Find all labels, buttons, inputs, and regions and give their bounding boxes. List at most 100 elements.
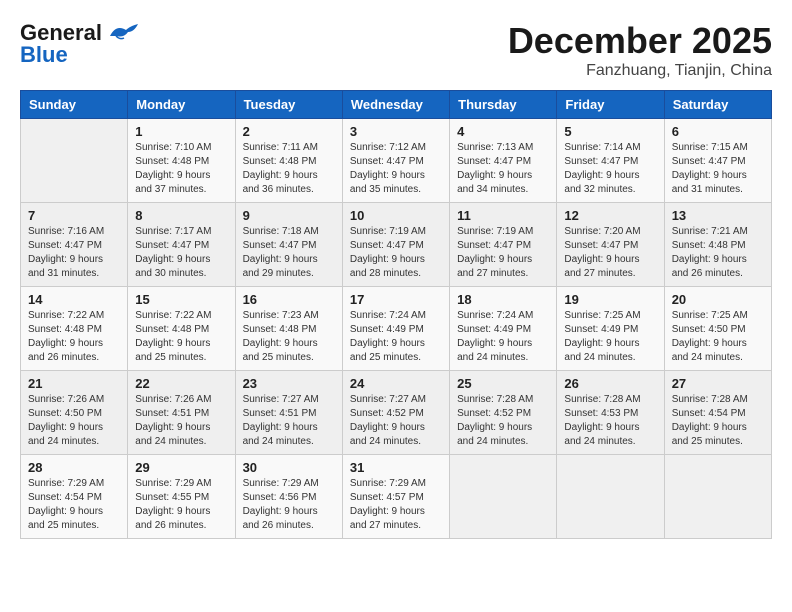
day-number: 12: [564, 208, 656, 223]
calendar-day-cell: [21, 119, 128, 203]
day-number: 3: [350, 124, 442, 139]
weekday-header-wednesday: Wednesday: [342, 91, 449, 119]
calendar-day-cell: 25Sunrise: 7:28 AM Sunset: 4:52 PM Dayli…: [450, 371, 557, 455]
day-info: Sunrise: 7:22 AM Sunset: 4:48 PM Dayligh…: [28, 309, 120, 365]
calendar-day-cell: 16Sunrise: 7:23 AM Sunset: 4:48 PM Dayli…: [235, 287, 342, 371]
day-number: 24: [350, 376, 442, 391]
calendar-week-row: 21 Sunrise: 7:26 AM Sunset: 4:50 PM Dayli…: [21, 371, 772, 455]
calendar-day-cell: 30 Sunrise: 7:29 AM Sunset: 4:56 PM Dayli…: [235, 455, 342, 539]
day-number: 29: [135, 460, 227, 475]
calendar-day-cell: 10 Sunrise: 7:19 AM Sunset: 4:47 PM Dayli…: [342, 203, 449, 287]
day-info: Sunrise: 7:26 AM Sunset: 4:51 PM Dayligh…: [135, 393, 227, 449]
day-number: 20: [672, 292, 764, 307]
weekday-header-friday: Friday: [557, 91, 664, 119]
day-info: Sunrise: 7:16 AM Sunset: 4:47 PM Dayligh…: [28, 225, 120, 281]
month-title: December 2025: [508, 20, 772, 62]
day-info: Sunrise: 7:15 AM Sunset: 4:47 PM Dayligh…: [672, 141, 764, 197]
calendar-day-cell: 28 Sunrise: 7:29 AM Sunset: 4:54 PM Dayli…: [21, 455, 128, 539]
calendar-day-cell: 6 Sunrise: 7:15 AM Sunset: 4:47 PM Daylig…: [664, 119, 771, 203]
calendar-day-cell: 2 Sunrise: 7:11 AM Sunset: 4:48 PM Daylig…: [235, 119, 342, 203]
calendar-table: SundayMondayTuesdayWednesdayThursdayFrid…: [20, 90, 772, 539]
calendar-day-cell: 19 Sunrise: 7:25 AM Sunset: 4:49 PM Dayli…: [557, 287, 664, 371]
title-area: December 2025 Fanzhuang, Tianjin, China: [508, 20, 772, 80]
day-number: 26: [564, 376, 656, 391]
calendar-day-cell: 1 Sunrise: 7:10 AM Sunset: 4:48 PM Daylig…: [128, 119, 235, 203]
calendar-day-cell: 26 Sunrise: 7:28 AM Sunset: 4:53 PM Dayli…: [557, 371, 664, 455]
day-info: Sunrise: 7:18 AM Sunset: 4:47 PM Dayligh…: [243, 225, 335, 281]
day-info: Sunrise: 7:24 AM Sunset: 4:49 PM Dayligh…: [457, 309, 549, 365]
day-info: Sunrise: 7:21 AM Sunset: 4:48 PM Dayligh…: [672, 225, 764, 281]
day-info: Sunrise: 7:14 AM Sunset: 4:47 PM Dayligh…: [564, 141, 656, 197]
weekday-header-sunday: Sunday: [21, 91, 128, 119]
day-info: Sunrise: 7:28 AM Sunset: 4:54 PM Dayligh…: [672, 393, 764, 449]
day-number: 10: [350, 208, 442, 223]
calendar-week-row: 1 Sunrise: 7:10 AM Sunset: 4:48 PM Daylig…: [21, 119, 772, 203]
day-number: 18: [457, 292, 549, 307]
day-info: Sunrise: 7:25 AM Sunset: 4:50 PM Dayligh…: [672, 309, 764, 365]
calendar-day-cell: 5 Sunrise: 7:14 AM Sunset: 4:47 PM Daylig…: [557, 119, 664, 203]
calendar-week-row: 28 Sunrise: 7:29 AM Sunset: 4:54 PM Dayli…: [21, 455, 772, 539]
calendar-day-cell: 29 Sunrise: 7:29 AM Sunset: 4:55 PM Dayli…: [128, 455, 235, 539]
day-number: 4: [457, 124, 549, 139]
calendar-day-cell: 8 Sunrise: 7:17 AM Sunset: 4:47 PM Daylig…: [128, 203, 235, 287]
day-number: 6: [672, 124, 764, 139]
day-info: Sunrise: 7:12 AM Sunset: 4:47 PM Dayligh…: [350, 141, 442, 197]
day-info: Sunrise: 7:26 AM Sunset: 4:50 PM Dayligh…: [28, 393, 120, 449]
header: General Blue December 2025 Fanzhuang, Ti…: [20, 20, 772, 80]
day-number: 30: [243, 460, 335, 475]
calendar-day-cell: 3 Sunrise: 7:12 AM Sunset: 4:47 PM Daylig…: [342, 119, 449, 203]
calendar-day-cell: 7Sunrise: 7:16 AM Sunset: 4:47 PM Daylig…: [21, 203, 128, 287]
calendar-day-cell: [557, 455, 664, 539]
weekday-header-row: SundayMondayTuesdayWednesdayThursdayFrid…: [21, 91, 772, 119]
day-number: 21: [28, 376, 120, 391]
location-subtitle: Fanzhuang, Tianjin, China: [508, 62, 772, 80]
day-info: Sunrise: 7:22 AM Sunset: 4:48 PM Dayligh…: [135, 309, 227, 365]
day-info: Sunrise: 7:29 AM Sunset: 4:54 PM Dayligh…: [28, 477, 120, 533]
day-number: 2: [243, 124, 335, 139]
logo-bird-icon: [106, 22, 142, 44]
calendar-day-cell: 4 Sunrise: 7:13 AM Sunset: 4:47 PM Daylig…: [450, 119, 557, 203]
weekday-header-saturday: Saturday: [664, 91, 771, 119]
logo: General Blue: [20, 20, 142, 68]
calendar-day-cell: 21 Sunrise: 7:26 AM Sunset: 4:50 PM Dayli…: [21, 371, 128, 455]
day-info: Sunrise: 7:19 AM Sunset: 4:47 PM Dayligh…: [350, 225, 442, 281]
day-number: 8: [135, 208, 227, 223]
day-number: 5: [564, 124, 656, 139]
day-number: 17: [350, 292, 442, 307]
day-number: 19: [564, 292, 656, 307]
day-number: 9: [243, 208, 335, 223]
day-info: Sunrise: 7:28 AM Sunset: 4:53 PM Dayligh…: [564, 393, 656, 449]
day-number: 16: [243, 292, 335, 307]
calendar-day-cell: 31Sunrise: 7:29 AM Sunset: 4:57 PM Dayli…: [342, 455, 449, 539]
day-info: Sunrise: 7:25 AM Sunset: 4:49 PM Dayligh…: [564, 309, 656, 365]
day-number: 28: [28, 460, 120, 475]
day-number: 22: [135, 376, 227, 391]
day-number: 11: [457, 208, 549, 223]
day-info: Sunrise: 7:17 AM Sunset: 4:47 PM Dayligh…: [135, 225, 227, 281]
calendar-day-cell: 17Sunrise: 7:24 AM Sunset: 4:49 PM Dayli…: [342, 287, 449, 371]
day-info: Sunrise: 7:29 AM Sunset: 4:56 PM Dayligh…: [243, 477, 335, 533]
day-number: 1: [135, 124, 227, 139]
logo-blue-text: Blue: [20, 42, 68, 68]
day-number: 25: [457, 376, 549, 391]
day-info: Sunrise: 7:10 AM Sunset: 4:48 PM Dayligh…: [135, 141, 227, 197]
weekday-header-tuesday: Tuesday: [235, 91, 342, 119]
day-info: Sunrise: 7:19 AM Sunset: 4:47 PM Dayligh…: [457, 225, 549, 281]
day-info: Sunrise: 7:29 AM Sunset: 4:55 PM Dayligh…: [135, 477, 227, 533]
calendar-day-cell: 11 Sunrise: 7:19 AM Sunset: 4:47 PM Dayli…: [450, 203, 557, 287]
calendar-day-cell: 13Sunrise: 7:21 AM Sunset: 4:48 PM Dayli…: [664, 203, 771, 287]
day-info: Sunrise: 7:13 AM Sunset: 4:47 PM Dayligh…: [457, 141, 549, 197]
day-info: Sunrise: 7:11 AM Sunset: 4:48 PM Dayligh…: [243, 141, 335, 197]
calendar-day-cell: [450, 455, 557, 539]
day-number: 31: [350, 460, 442, 475]
weekday-header-monday: Monday: [128, 91, 235, 119]
weekday-header-thursday: Thursday: [450, 91, 557, 119]
calendar-day-cell: 27Sunrise: 7:28 AM Sunset: 4:54 PM Dayli…: [664, 371, 771, 455]
calendar-day-cell: 20 Sunrise: 7:25 AM Sunset: 4:50 PM Dayli…: [664, 287, 771, 371]
day-info: Sunrise: 7:27 AM Sunset: 4:51 PM Dayligh…: [243, 393, 335, 449]
calendar-week-row: 7Sunrise: 7:16 AM Sunset: 4:47 PM Daylig…: [21, 203, 772, 287]
day-info: Sunrise: 7:20 AM Sunset: 4:47 PM Dayligh…: [564, 225, 656, 281]
day-info: Sunrise: 7:27 AM Sunset: 4:52 PM Dayligh…: [350, 393, 442, 449]
calendar-day-cell: 18 Sunrise: 7:24 AM Sunset: 4:49 PM Dayli…: [450, 287, 557, 371]
calendar-day-cell: 12 Sunrise: 7:20 AM Sunset: 4:47 PM Dayli…: [557, 203, 664, 287]
